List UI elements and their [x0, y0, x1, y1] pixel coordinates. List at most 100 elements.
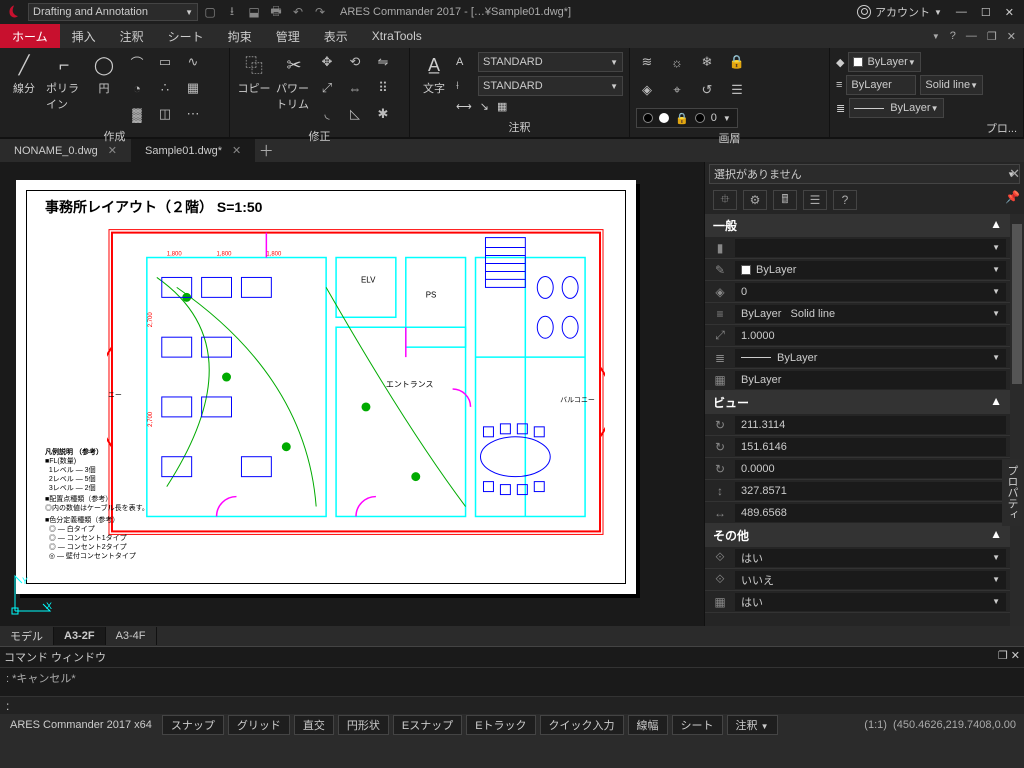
- workspace-selector[interactable]: Drafting and Annotation▼: [28, 3, 198, 21]
- add-tab-button[interactable]: ＋: [255, 140, 277, 161]
- copy-button[interactable]: ⿻コピー: [236, 52, 272, 96]
- layer-lock-icon[interactable]: 🔒: [726, 52, 748, 72]
- tab-annotate[interactable]: 注釈: [108, 24, 156, 48]
- polyline-button[interactable]: ⌐ポリライン: [46, 52, 82, 112]
- save-icon[interactable]: ⬓: [246, 4, 262, 20]
- leader-icon[interactable]: ↘: [480, 100, 489, 113]
- fillet-icon[interactable]: ◟: [316, 104, 338, 124]
- dim-icon[interactable]: ⟷: [456, 100, 472, 113]
- mdi-restore-icon[interactable]: ❐: [987, 30, 997, 43]
- layer-freeze-icon[interactable]: ❄: [696, 52, 718, 72]
- prop-linetype[interactable]: ByLayer Solid line▼: [735, 305, 1006, 323]
- region-icon[interactable]: ▦: [182, 78, 204, 98]
- layer-state-icon[interactable]: ☰: [726, 80, 748, 100]
- prop-o1[interactable]: はい▼: [735, 549, 1006, 567]
- point-icon[interactable]: ∴: [154, 78, 176, 98]
- open-icon[interactable]: ⭳: [224, 4, 240, 20]
- textstyle-combo[interactable]: STANDARD▼: [478, 52, 623, 72]
- new-icon[interactable]: ▢: [202, 4, 218, 20]
- undo-icon[interactable]: ↶: [290, 4, 306, 20]
- rotate-icon[interactable]: ⟲: [344, 52, 366, 72]
- sheet-tab-model[interactable]: モデル: [0, 627, 54, 645]
- move-icon[interactable]: ✥: [316, 52, 338, 72]
- ellipse-icon[interactable]: ◔: [126, 78, 148, 98]
- minimize-icon[interactable]: —: [956, 6, 967, 18]
- tab-home[interactable]: ホーム: [0, 24, 60, 48]
- print-icon[interactable]: 🖶: [268, 4, 284, 20]
- section-view[interactable]: ビュー▲: [705, 391, 1010, 414]
- prop-vw[interactable]: 489.6568: [735, 504, 1006, 522]
- prop-vx[interactable]: 211.3114: [735, 416, 1006, 434]
- prop-vh[interactable]: 327.8571: [735, 482, 1006, 500]
- sheet-tab[interactable]: A3-2F: [54, 627, 106, 645]
- cmd-close-icon[interactable]: ✕: [1011, 650, 1020, 662]
- doc-tab-active[interactable]: Sample01.dwg*✕: [131, 139, 255, 163]
- lineweight-icon[interactable]: ≣: [836, 102, 845, 115]
- prop-vy[interactable]: 151.6146: [735, 438, 1006, 456]
- line-button[interactable]: ╱線分: [6, 52, 42, 96]
- prop-field[interactable]: ▼: [735, 239, 1006, 257]
- array-icon[interactable]: ⠿: [372, 78, 394, 98]
- status-quick[interactable]: クイック入力: [540, 715, 624, 735]
- linetype-combo[interactable]: ByLayer: [846, 75, 916, 95]
- color-combo[interactable]: ByLayer▼: [848, 52, 920, 72]
- status-polar[interactable]: 円形状: [338, 715, 389, 735]
- mdi-minimize-icon[interactable]: —: [966, 30, 977, 42]
- status-ortho[interactable]: 直交: [294, 715, 334, 735]
- tab-xtratools[interactable]: XtraTools: [360, 24, 434, 48]
- sheet-tab[interactable]: A3-4F: [106, 627, 157, 645]
- palette-close-icon[interactable]: ✕: [1009, 166, 1020, 182]
- palette-title[interactable]: プロパティ: [1002, 459, 1022, 526]
- command-input[interactable]: :: [0, 696, 1024, 714]
- scrollbar[interactable]: [1010, 214, 1024, 626]
- account-button[interactable]: アカウント ▼: [857, 4, 942, 20]
- layer-prev-icon[interactable]: ↺: [696, 80, 718, 100]
- prop-color[interactable]: ByLayer▼: [735, 261, 1006, 279]
- more-icon[interactable]: ⋯: [182, 104, 204, 124]
- status-snap[interactable]: スナップ: [162, 715, 224, 735]
- layer-on-icon[interactable]: ☼: [666, 52, 688, 72]
- quicksel-icon[interactable]: ⚙: [743, 190, 767, 210]
- gradient-icon[interactable]: ◫: [154, 104, 176, 124]
- prop-o2[interactable]: いいえ▼: [735, 571, 1006, 589]
- powertrim-button[interactable]: ✂パワートリム: [276, 52, 312, 112]
- chamfer-icon[interactable]: ◺: [344, 104, 366, 124]
- help-icon[interactable]: ?: [950, 30, 956, 42]
- section-other[interactable]: その他▲: [705, 524, 1010, 547]
- dimstyle-combo[interactable]: STANDARD▼: [478, 76, 623, 96]
- linestyle-combo[interactable]: Solid line▼: [920, 75, 983, 95]
- redo-icon[interactable]: ↷: [312, 4, 328, 20]
- status-esnap[interactable]: Eスナップ: [393, 715, 462, 735]
- dimstyle-icon[interactable]: ⟊: [456, 80, 474, 93]
- spline-icon[interactable]: ∿: [182, 52, 204, 72]
- text-button[interactable]: A̲文字: [416, 52, 452, 96]
- status-lw[interactable]: 線幅: [628, 715, 668, 735]
- calc-icon[interactable]: 🖩: [773, 190, 797, 210]
- lineweight-combo[interactable]: ByLayer▼: [849, 98, 943, 118]
- selection-combo[interactable]: 選択がありません▼: [709, 164, 1020, 184]
- table-icon[interactable]: ▦: [497, 100, 507, 113]
- prop-vz[interactable]: 0.0000: [735, 460, 1006, 478]
- drawing-viewport[interactable]: 事務所レイアウト（２階） S=1:50: [0, 162, 704, 626]
- prop-layer[interactable]: 0▼: [735, 283, 1006, 301]
- cmd-undock-icon[interactable]: ❐: [998, 650, 1008, 662]
- palette-pin-icon[interactable]: 📌: [1005, 190, 1020, 204]
- app-logo-icon[interactable]: [4, 2, 24, 22]
- mdi-close-icon[interactable]: ✕: [1007, 30, 1016, 43]
- section-general[interactable]: 一般▲: [705, 214, 1010, 237]
- tab-close-icon[interactable]: ✕: [232, 144, 241, 157]
- status-grid[interactable]: グリッド: [228, 715, 290, 735]
- layer-manager-icon[interactable]: ≋: [636, 52, 658, 72]
- pick-icon[interactable]: ⯐: [713, 190, 737, 210]
- tab-sheet[interactable]: シート: [156, 24, 216, 48]
- scroll-thumb[interactable]: [1012, 224, 1022, 384]
- prop-pstyle[interactable]: ByLayer: [735, 371, 1006, 389]
- layer-iso-icon[interactable]: ◈: [636, 80, 658, 100]
- explode-icon[interactable]: ✱: [372, 104, 394, 124]
- tab-insert[interactable]: 挿入: [60, 24, 108, 48]
- tab-manage[interactable]: 管理: [264, 24, 312, 48]
- scale-icon[interactable]: ⤢: [316, 78, 338, 98]
- tab-constrain[interactable]: 拘束: [216, 24, 264, 48]
- prop-scale[interactable]: 1.0000: [735, 327, 1006, 345]
- prop-o3[interactable]: はい▼: [735, 593, 1006, 611]
